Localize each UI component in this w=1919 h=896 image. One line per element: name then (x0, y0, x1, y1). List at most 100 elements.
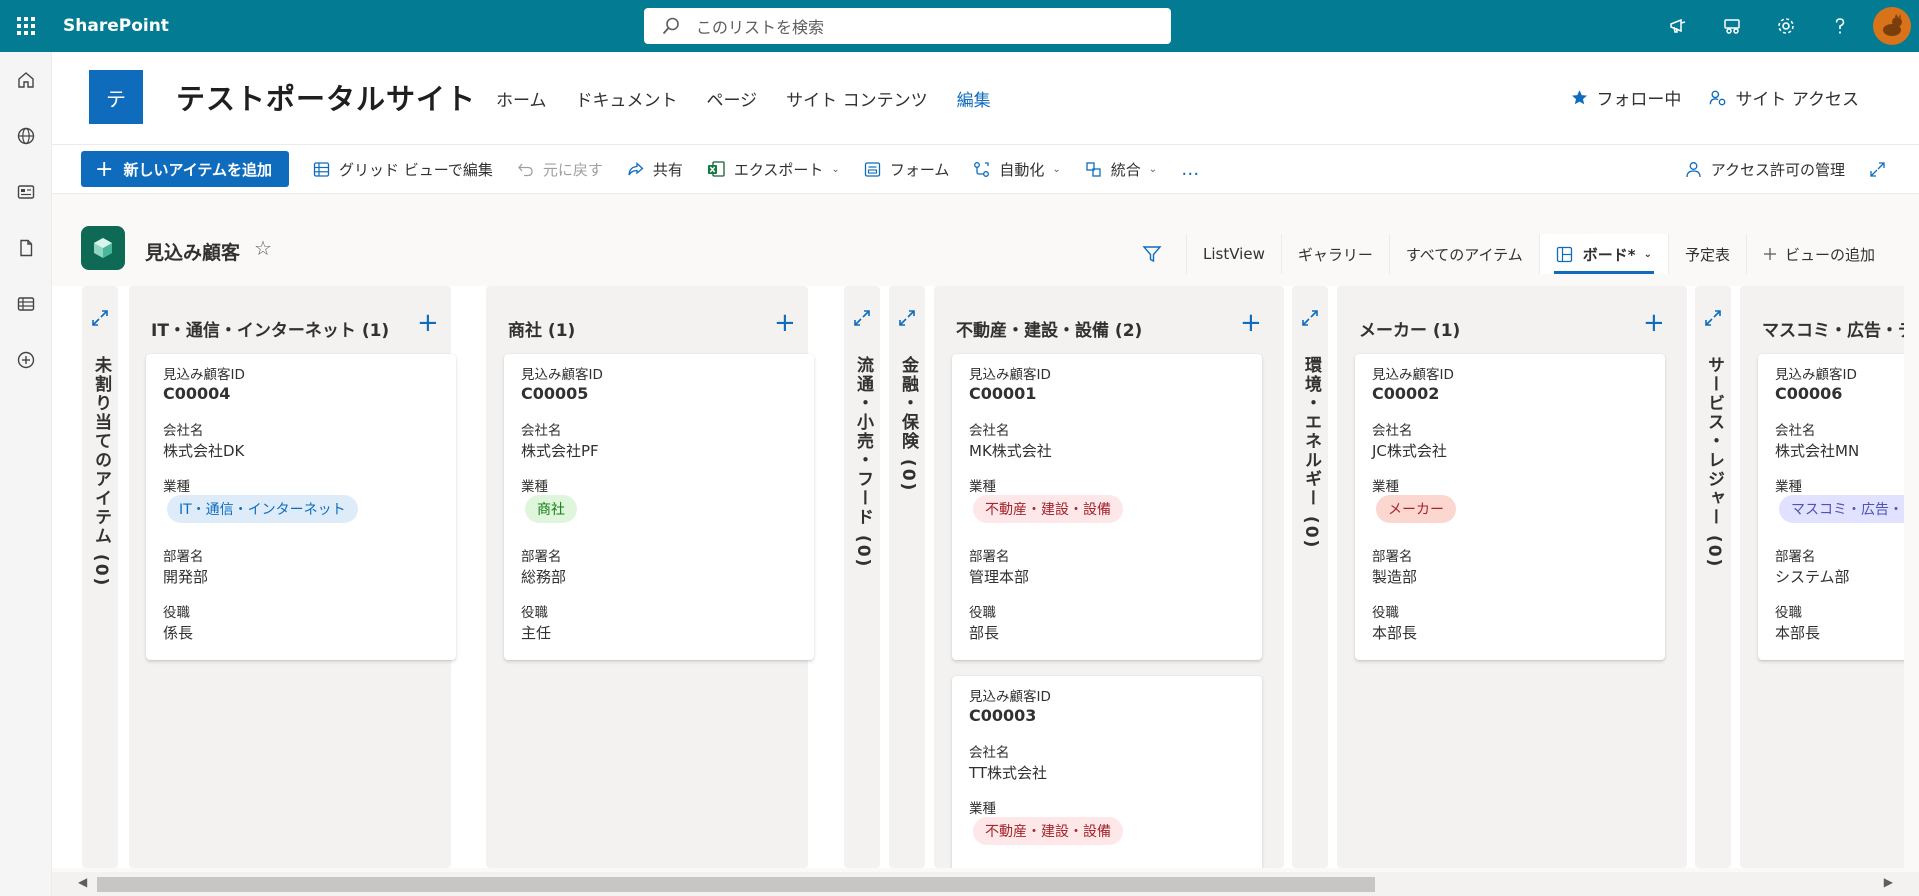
fullscreen-button[interactable] (1869, 161, 1895, 178)
expand-icon[interactable] (1300, 308, 1320, 328)
view-board[interactable]: ボード* ⌄ (1538, 234, 1668, 274)
scroll-right-icon[interactable]: ▶ (1884, 875, 1893, 889)
site-access-label: サイト アクセス (1735, 90, 1859, 110)
nav-home[interactable]: ホーム (496, 86, 547, 111)
expand-icon[interactable] (897, 308, 917, 328)
field-value-department: 総務部 (521, 568, 567, 586)
lane-title: 商社 (1) (508, 321, 576, 341)
add-card-button[interactable]: + (1240, 308, 1262, 338)
view-calendar[interactable]: 予定表 (1667, 234, 1746, 274)
add-view-button[interactable]: ビューの追加 (1745, 234, 1891, 274)
field-label-company: 会社名 (969, 745, 1010, 761)
manage-access-label: アクセス許可の管理 (1710, 160, 1845, 179)
integrate-button[interactable]: 統合 ⌄ (1085, 159, 1157, 180)
field-label-id: 見込み顧客ID (969, 367, 1051, 383)
nav-pages[interactable]: ページ (707, 86, 758, 111)
add-circle-icon[interactable] (0, 332, 52, 388)
collapsed-lane-service[interactable]: サービス・レジャー (0) (1695, 286, 1731, 868)
industry-pill: IT・通信・インターネット (167, 495, 358, 523)
site-title[interactable]: テストポータルサイト (176, 76, 476, 118)
help-icon[interactable] (1813, 0, 1867, 52)
avatar[interactable] (1873, 7, 1911, 45)
list-header: 見込み顧客 ☆ ListView ギャラリー すべてのアイテム ボード* ⌄ 予… (52, 194, 1919, 284)
command-bar: + 新しいアイテムを追加 グリッド ビューで編集 元に戻す 共有 エクスポート … (52, 144, 1919, 194)
collapsed-lane-energy[interactable]: 環境・エネルギー (0) (1292, 286, 1328, 868)
lane-title: IT・通信・インターネット (1) (151, 321, 390, 341)
field-label-industry: 業種 (163, 479, 190, 495)
export-button[interactable]: エクスポート ⌄ (707, 159, 840, 180)
automate-icon (974, 161, 990, 177)
brand-label[interactable]: SharePoint (63, 16, 169, 36)
news-icon[interactable] (0, 164, 52, 220)
add-card-button[interactable]: + (774, 308, 796, 338)
field-value-department: 製造部 (1372, 568, 1418, 586)
app-bar (0, 52, 52, 896)
card-c00001[interactable]: 見込み顧客ID C00001 会社名 MK株式会社 業種 不動産・建設・設備 部… (952, 354, 1262, 660)
megaphone-icon[interactable] (1651, 0, 1705, 52)
new-item-label: 新しいアイテムを追加 (123, 160, 272, 179)
expand-icon[interactable] (1703, 308, 1723, 328)
site-access-button[interactable]: サイト アクセス (1709, 85, 1859, 110)
view-gallery[interactable]: ギャラリー (1280, 234, 1389, 274)
file-icon[interactable] (0, 220, 52, 276)
globe-icon[interactable] (0, 108, 52, 164)
gear-icon[interactable] (1759, 0, 1813, 52)
undo-button[interactable]: 元に戻す (517, 159, 603, 180)
list-icon[interactable] (0, 276, 52, 332)
field-label-department: 部署名 (163, 549, 204, 565)
industry-pill: メーカー (1376, 495, 1456, 523)
nav-site-contents[interactable]: サイト コンテンツ (786, 86, 927, 111)
export-label: エクスポート (733, 160, 824, 179)
horizontal-scrollbar[interactable]: ◀ ▶ (52, 872, 1919, 896)
nav-edit[interactable]: 編集 (957, 86, 991, 111)
field-value-company: 株式会社DK (163, 442, 245, 460)
expand-icon[interactable] (90, 308, 110, 328)
new-item-button[interactable]: + 新しいアイテムを追加 (81, 151, 289, 187)
add-card-button[interactable]: + (1643, 308, 1665, 338)
field-value-id: C00002 (1372, 384, 1440, 403)
collapsed-lane-finance[interactable]: 金融・保険 (0) (889, 286, 925, 868)
follow-button[interactable]: フォロー中 (1571, 85, 1681, 110)
board-icon (1556, 246, 1572, 262)
filter-icon[interactable] (1142, 244, 1162, 264)
industry-pill: 商社 (525, 495, 577, 523)
more-button[interactable]: … (1181, 159, 1199, 180)
card-c00002[interactable]: 見込み顧客ID C00002 会社名 JC株式会社 業種 メーカー 部署名 製造… (1355, 354, 1665, 660)
scrollbar-thumb[interactable] (97, 877, 1375, 892)
site-logo[interactable]: テ (89, 70, 143, 124)
share-button[interactable]: 共有 (627, 159, 683, 180)
lane-title: 流通・小売・フード (0) (853, 356, 873, 569)
app-launcher-button[interactable] (0, 0, 52, 52)
view-switcher: ListView ギャラリー すべてのアイテム ボード* ⌄ 予定表 ビューの追… (1142, 234, 1891, 274)
share-icon[interactable] (1705, 0, 1759, 52)
forms-button[interactable]: フォーム (864, 159, 949, 180)
manage-access-button[interactable]: アクセス許可の管理 (1685, 159, 1845, 180)
favorite-star-icon[interactable]: ☆ (254, 236, 272, 260)
automate-button[interactable]: 自動化 ⌄ (973, 159, 1061, 180)
card-c00004[interactable]: 見込み顧客ID C00004 会社名 株式会社DK 業種 IT・通信・インターネ… (146, 354, 456, 660)
expand-icon[interactable] (852, 308, 872, 328)
view-all-items[interactable]: すべてのアイテム (1388, 234, 1539, 274)
card-c00003[interactable]: 見込み顧客ID C00003 会社名 TT株式会社 業種 不動産・建設・設備 (952, 676, 1262, 868)
grid-edit-label: グリッド ビューで編集 (338, 160, 493, 179)
card-c00005[interactable]: 見込み顧客ID C00005 会社名 株式会社PF 業種 商社 部署名 総務部 … (504, 354, 814, 660)
scroll-left-icon[interactable]: ◀ (78, 875, 87, 889)
grid-edit-button[interactable]: グリッド ビューで編集 (313, 159, 493, 180)
add-card-button[interactable]: + (417, 308, 439, 338)
search-input[interactable]: このリストを検索 (644, 8, 1171, 44)
suite-bar: SharePoint このリストを検索 (0, 0, 1919, 52)
view-listview[interactable]: ListView (1186, 234, 1281, 274)
field-value-company: MK株式会社 (969, 442, 1052, 460)
nav-documents[interactable]: ドキュメント (576, 86, 678, 111)
card-c00006[interactable]: 見込み顧客ID C00006 会社名 株式会社MN 業種 マスコミ・広告・デザ … (1758, 354, 1904, 660)
field-label-industry: 業種 (969, 479, 996, 495)
field-label-department: 部署名 (1775, 549, 1816, 565)
site-header: テ テストポータルサイト ホーム ドキュメント ページ サイト コンテンツ 編集… (52, 52, 1919, 144)
collapsed-lane-unassigned[interactable]: 未割り当てのアイテム (0) (82, 286, 118, 868)
share-arrow-icon (628, 161, 644, 175)
field-label-department: 部署名 (969, 549, 1010, 565)
lane-title: 未割り当てのアイテム (0) (91, 356, 111, 588)
home-icon[interactable] (0, 52, 52, 108)
chevron-down-icon: ⌄ (1643, 248, 1652, 260)
collapsed-lane-retail[interactable]: 流通・小売・フード (0) (844, 286, 880, 868)
